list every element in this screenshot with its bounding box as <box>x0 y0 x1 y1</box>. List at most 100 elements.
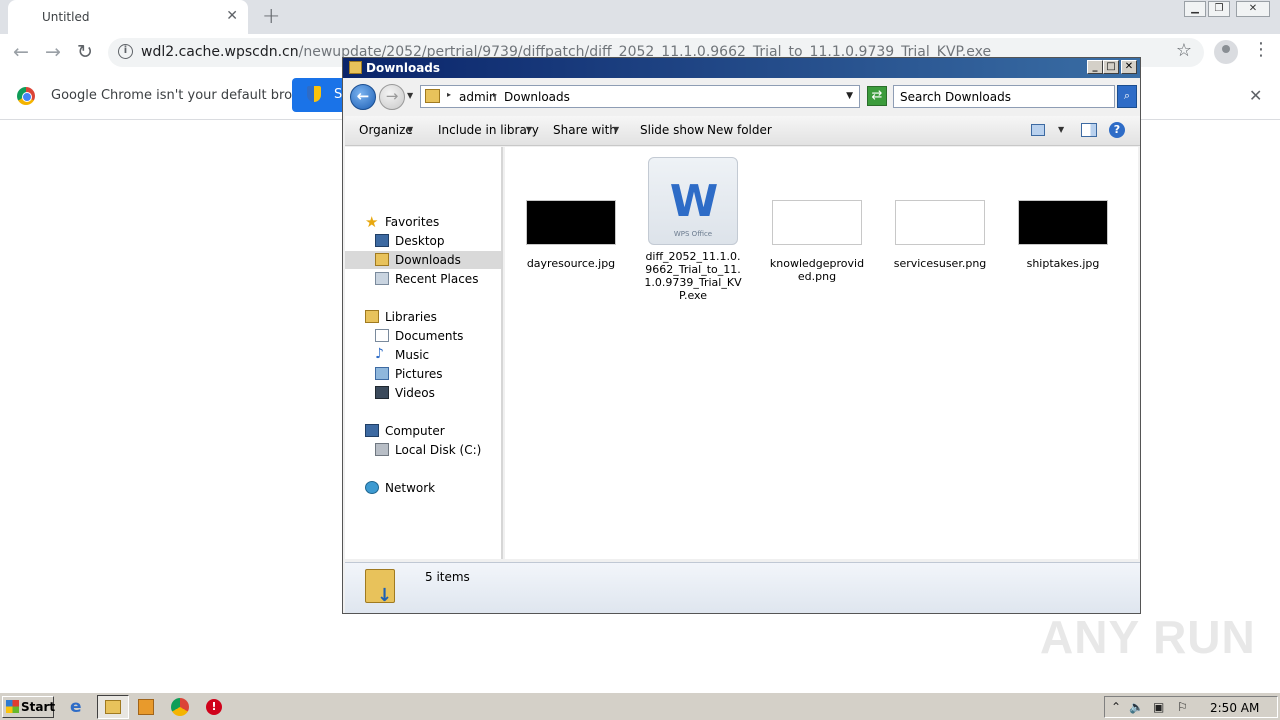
address-dropdown-icon[interactable]: ▼ <box>846 91 853 101</box>
image-thumbnail <box>895 200 985 245</box>
explorer-close-button[interactable]: ✕ <box>1121 60 1137 74</box>
chevron-down-icon: ▼ <box>407 125 414 134</box>
clock[interactable]: 2:50 AM <box>1210 701 1259 715</box>
network-status-icon[interactable]: ▣ <box>1153 700 1164 714</box>
back-button[interactable]: ← <box>350 84 376 110</box>
nav-label: Local Disk (C:) <box>395 443 482 457</box>
nav-computer[interactable]: Computer <box>345 422 501 440</box>
nav-favorites[interactable]: ★ Favorites <box>345 213 501 231</box>
windows-logo-icon <box>6 700 19 713</box>
share-with-button[interactable]: Share with <box>553 123 617 137</box>
file-name: dayresource.jpg <box>526 257 616 270</box>
breadcrumb-separator-icon[interactable]: ▸ <box>447 90 451 99</box>
watermark: ANY RUN <box>1040 611 1256 663</box>
close-window-button[interactable]: ✕ <box>1236 1 1270 17</box>
minimize-button[interactable]: ▁ <box>1184 1 1206 17</box>
taskbar-explorer-button[interactable] <box>97 695 129 719</box>
breadcrumb-downloads[interactable]: Downloads <box>504 90 570 104</box>
infobar-message: Google Chrome isn't your default browser <box>51 88 323 103</box>
show-hidden-icons-chevron-icon[interactable]: ⌃ <box>1111 700 1121 714</box>
breadcrumb-admin[interactable]: admin <box>459 90 497 104</box>
bookmark-star-icon[interactable]: ☆ <box>1176 40 1192 61</box>
nav-pictures[interactable]: Pictures <box>345 365 501 383</box>
browser-tab[interactable]: Untitled ✕ <box>8 0 248 34</box>
nav-label: Documents <box>395 329 464 343</box>
system-tray: ⌃ 🔈 ▣ ⚐ 2:50 AM <box>1104 696 1278 718</box>
nav-downloads[interactable]: Downloads <box>345 251 501 269</box>
breadcrumb-separator-icon[interactable]: ▸ <box>493 90 497 99</box>
start-label: Start <box>21 700 56 714</box>
profile-avatar[interactable] <box>1214 40 1238 64</box>
search-icon[interactable]: ⌕ <box>1117 85 1137 108</box>
nav-libraries[interactable]: Libraries <box>345 308 501 326</box>
file-list: dayresource.jpg W WPS Office diff_2052_1… <box>505 147 1138 559</box>
new-folder-button[interactable]: New folder <box>707 123 772 137</box>
refresh-button[interactable]: ⇄ <box>867 86 887 106</box>
libraries-icon <box>365 310 379 323</box>
nav-label: Favorites <box>385 215 440 229</box>
music-icon: ♪ <box>375 346 384 362</box>
search-placeholder: Search Downloads <box>900 90 1011 104</box>
folder-icon <box>105 700 121 714</box>
file-name: diff_2052_11.1.0.9662_Trial_to_11.1.0.97… <box>644 250 742 302</box>
include-in-library-button[interactable]: Include in library <box>438 123 539 137</box>
nav-label: Network <box>385 481 436 495</box>
nav-label: Downloads <box>395 253 461 267</box>
forward-arrow-icon[interactable]: → <box>40 40 66 66</box>
nav-label: Recent Places <box>395 272 479 286</box>
navigation-pane: ★ Favorites Desktop Downloads Recent Pla… <box>345 147 503 559</box>
explorer-minimize-button[interactable]: _ <box>1087 60 1103 74</box>
nav-local-disk[interactable]: Local Disk (C:) <box>345 441 501 459</box>
recent-pages-chevron-icon[interactable]: ▼ <box>407 91 413 100</box>
views-icon[interactable] <box>1031 124 1045 136</box>
search-input[interactable]: Search Downloads <box>893 85 1115 108</box>
nav-desktop[interactable]: Desktop <box>345 232 501 250</box>
drive-icon <box>375 443 389 456</box>
organize-button[interactable]: Organize <box>359 123 413 137</box>
info-icon[interactable]: i <box>118 44 133 59</box>
downloads-folder-icon <box>375 253 389 266</box>
chrome-icon[interactable] <box>171 698 189 716</box>
breadcrumb[interactable]: ▸ admin ▸ Downloads ▼ <box>420 85 860 108</box>
explorer-window: Downloads _ □ ✕ ← → ▼ ▸ admin ▸ Download… <box>342 57 1141 614</box>
action-center-flag-icon[interactable]: ⚐ <box>1177 700 1188 714</box>
nav-documents[interactable]: Documents <box>345 327 501 345</box>
network-icon <box>365 481 379 494</box>
wps-caption: WPS Office <box>673 230 713 238</box>
alert-icon[interactable]: ! <box>206 699 222 715</box>
desktop-icon <box>375 234 389 247</box>
nav-music[interactable]: ♪ Music <box>345 346 501 364</box>
computer-icon <box>365 424 379 437</box>
nav-network[interactable]: Network <box>345 479 501 497</box>
chevron-down-icon: ▼ <box>526 125 533 134</box>
file-name: knowledgeprovided.png <box>769 257 865 283</box>
new-tab-icon[interactable]: + <box>262 4 280 29</box>
help-icon[interactable]: ? <box>1109 122 1125 138</box>
nav-videos[interactable]: Videos <box>345 384 501 402</box>
nav-label: Libraries <box>385 310 437 324</box>
infobar-close-icon[interactable]: ✕ <box>1249 86 1262 105</box>
shield-icon <box>307 86 321 102</box>
reload-icon[interactable]: ↻ <box>72 40 98 66</box>
nav-recent-places[interactable]: Recent Places <box>345 270 501 288</box>
download-arrow-icon: ↓ <box>377 585 393 606</box>
pictures-icon <box>375 367 389 380</box>
volume-icon[interactable]: 🔈 <box>1129 700 1144 714</box>
media-player-icon[interactable] <box>138 699 154 715</box>
restore-button[interactable]: ❐ <box>1208 1 1230 17</box>
explorer-address-bar: ← → ▼ ▸ admin ▸ Downloads ▼ ⇄ Search Dow… <box>345 80 1140 114</box>
forward-button[interactable]: → <box>379 84 405 110</box>
command-bar: Organize ▼ Include in library ▼ Share wi… <box>345 116 1140 146</box>
explorer-maximize-button[interactable]: □ <box>1103 60 1119 74</box>
back-arrow-icon[interactable]: ← <box>8 40 34 66</box>
preview-pane-icon[interactable] <box>1081 123 1097 137</box>
views-dropdown-icon[interactable]: ▼ <box>1058 125 1064 134</box>
image-thumbnail <box>1018 200 1108 245</box>
explorer-title-bar[interactable]: Downloads _ □ ✕ <box>343 58 1140 78</box>
tab-close-icon[interactable]: ✕ <box>226 8 238 24</box>
wps-logo-icon: W <box>669 176 719 227</box>
slide-show-button[interactable]: Slide show <box>640 123 704 137</box>
more-menu-icon[interactable]: ⋮ <box>1252 39 1270 60</box>
internet-explorer-icon[interactable]: e <box>70 697 90 717</box>
start-button[interactable]: Start <box>2 696 56 718</box>
